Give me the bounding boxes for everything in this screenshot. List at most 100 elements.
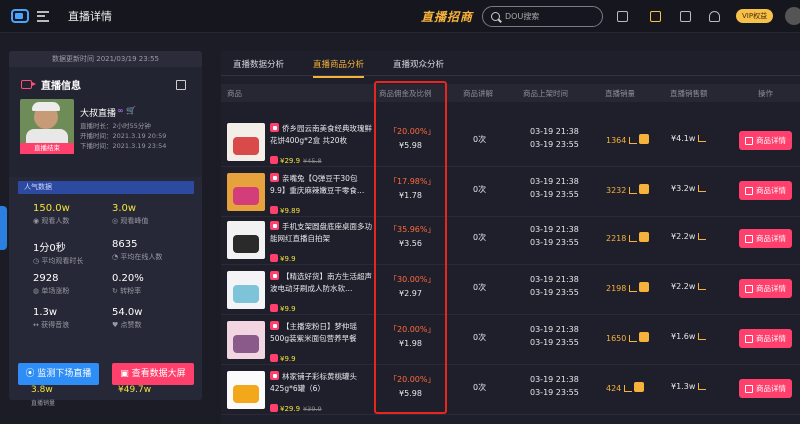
trend-chart-icon[interactable]: [629, 235, 638, 242]
print-icon[interactable]: [617, 11, 628, 22]
add-icon[interactable]: [634, 382, 645, 392]
trend-chart-icon[interactable]: [698, 283, 707, 290]
tab-live-products[interactable]: 直播商品分析: [313, 58, 365, 78]
peek-value-sales: 3.8w: [31, 385, 53, 395]
tab-live-data[interactable]: 直播数据分析: [233, 58, 284, 70]
table-row[interactable]: 亲嘴兔【Q弹豆干30包9.9】重庆麻辣嫩豆干零食… ¥9.89 「17.98%」 ¥1…: [221, 167, 800, 217]
detail-icon: [745, 136, 753, 145]
listing-time: 03-19 21:38 03-19 23:55: [530, 275, 579, 297]
product-detail-button[interactable]: 商品详情: [739, 131, 792, 150]
product-title[interactable]: 亲嘴兔【Q弹豆干30包9.9】重庆麻辣嫩豆干零食…: [270, 173, 372, 197]
add-icon[interactable]: [639, 232, 650, 242]
trend-chart-icon[interactable]: [629, 187, 638, 194]
product-title[interactable]: 林家铺子彩标黄桃罐头425g*6罐（6）: [270, 371, 372, 395]
table-row[interactable]: 手机支架圆盘底座桌面多功能网红直播自拍架 ¥9.9 「35.96%」 ¥3.56 0次 0…: [221, 215, 800, 265]
stat-avg-online: 8635 ◔ 平均在线人数: [112, 239, 163, 261]
col-sales[interactable]: 直播销量: [605, 88, 635, 99]
menu-icon[interactable]: [37, 10, 49, 22]
product-title[interactable]: 【主播宠粉日】梦仲瑶500g装紫米面包营养早餐: [270, 321, 372, 345]
search-input[interactable]: [505, 12, 595, 21]
add-icon[interactable]: [639, 332, 650, 342]
vip-badge[interactable]: VIP权益: [736, 9, 774, 23]
product-price: ¥9.9: [270, 354, 299, 363]
table-row[interactable]: 【主播宠粉日】梦仲瑶500g装紫米面包营养早餐 ¥9.9 「20.00%」 ¥1.98…: [221, 315, 800, 365]
product-thumbnail[interactable]: [227, 321, 265, 359]
product-title[interactable]: 手机支架圆盘底座桌面多功能网红直播自拍架: [270, 221, 372, 245]
trend-chart-icon[interactable]: [629, 137, 638, 144]
product-thumbnail[interactable]: [227, 221, 265, 259]
product-detail-button[interactable]: 商品详情: [739, 181, 792, 200]
start-time: 开播时间：2021.3.19 20:59: [80, 132, 167, 140]
brand-title[interactable]: 直播招商: [421, 8, 473, 25]
share-icon[interactable]: [176, 80, 186, 90]
product-price: ¥9.9: [270, 254, 299, 263]
monitor-next-live-button[interactable]: ⦿ 监测下场直播: [18, 363, 99, 385]
trend-chart-icon[interactable]: [698, 333, 707, 340]
add-icon[interactable]: [639, 282, 650, 292]
product-price: ¥9.89: [270, 206, 303, 215]
sales-count: 1364: [606, 134, 650, 145]
trend-chart-icon[interactable]: [698, 233, 707, 240]
hot-icon: [270, 254, 278, 262]
explain-count: 0次: [473, 333, 487, 342]
tab-live-audience[interactable]: 直播观众分析: [393, 58, 444, 70]
camera-icon: [21, 79, 36, 89]
product-thumbnail[interactable]: [227, 271, 265, 309]
product-detail-button[interactable]: 商品详情: [739, 329, 792, 348]
product-detail-button[interactable]: 商品详情: [739, 279, 792, 298]
col-product[interactable]: 商品: [227, 88, 242, 99]
detail-icon: [745, 234, 753, 243]
convert-icon: ↻: [112, 287, 121, 295]
douyin-icon: [270, 271, 279, 280]
table-row[interactable]: 林家铺子彩标黄桃罐头425g*6罐（6） ¥29.9 ¥39.9 「20.00%」 ¥5…: [221, 365, 800, 415]
headset-icon[interactable]: [709, 11, 720, 22]
douyin-icon: [270, 123, 279, 132]
product-thumbnail[interactable]: [227, 173, 265, 211]
col-amount[interactable]: 直播销售额: [670, 88, 708, 99]
sales-amount: ¥3.2w: [671, 184, 707, 193]
col-listing-time[interactable]: 商品上架时间: [523, 88, 568, 99]
user-avatar[interactable]: [785, 7, 800, 25]
hot-icon: [270, 156, 278, 164]
document-icon[interactable]: [680, 11, 691, 22]
add-icon[interactable]: [639, 184, 650, 194]
sales-amount: ¥4.1w: [671, 134, 707, 143]
product-thumbnail[interactable]: [227, 123, 265, 161]
update-time: 数据更新时间 2021/03/19 23:55: [9, 51, 202, 67]
trend-chart-icon[interactable]: [698, 185, 707, 192]
link-icon: ∞: [117, 106, 124, 115]
live-info-panel: 数据更新时间 2021/03/19 23:55 直播信息 直播结束 大叔直播 ∞…: [9, 51, 202, 400]
table-header: 商品 商品佣金及比例 商品讲解 商品上架时间 直播销量 直播销售额 操作: [221, 84, 800, 102]
trend-chart-icon[interactable]: [698, 383, 707, 390]
product-price: ¥29.9 ¥45.8: [270, 156, 322, 165]
table-row[interactable]: 侨乡园云南美食经典玫瑰鲜花饼400g*2盒 共20枚 ¥29.9 ¥45.8 「20.…: [221, 117, 800, 167]
stat-fans: 2928 ◍ 单场涨粉: [33, 273, 70, 295]
product-detail-button[interactable]: 商品详情: [739, 229, 792, 248]
side-expand-handle[interactable]: [0, 206, 7, 250]
tab-bar: 直播数据分析 直播商品分析 直播观众分析: [221, 51, 800, 78]
favorites-icon[interactable]: [650, 11, 661, 22]
product-title[interactable]: 侨乡园云南美食经典玫瑰鲜花饼400g*2盒 共20枚: [270, 123, 372, 147]
trend-chart-icon[interactable]: [698, 135, 707, 142]
stat-viewers: 150.0w ◉ 观看人数: [33, 203, 70, 225]
trend-chart-icon[interactable]: [624, 385, 633, 392]
add-icon[interactable]: [639, 134, 650, 144]
view-dashboard-button[interactable]: ▣ 查看数据大屏: [112, 363, 194, 385]
explain-count: 0次: [473, 135, 487, 144]
table-row[interactable]: 【精选好货】南方生活超声波电动牙刷成人防水软… ¥9.9 「30.00%」 ¥2.97…: [221, 265, 800, 315]
row-divider: [221, 414, 800, 415]
hot-icon: [270, 304, 278, 312]
detail-icon: [745, 334, 753, 343]
sales-amount: ¥1.6w: [671, 332, 707, 341]
app-logo-icon[interactable]: [11, 9, 29, 23]
sales-amount: ¥1.3w: [671, 382, 707, 391]
live-duration: 直播时长：2小时55分钟: [80, 122, 151, 130]
anchor-name[interactable]: 大叔直播: [80, 106, 116, 119]
product-detail-button[interactable]: 商品详情: [739, 379, 792, 398]
search-box[interactable]: [482, 6, 603, 27]
col-explain[interactable]: 商品讲解: [463, 88, 493, 99]
trend-chart-icon[interactable]: [629, 335, 638, 342]
product-thumbnail[interactable]: [227, 371, 265, 409]
product-title[interactable]: 【精选好货】南方生活超声波电动牙刷成人防水软…: [270, 271, 372, 295]
trend-chart-icon[interactable]: [629, 285, 638, 292]
